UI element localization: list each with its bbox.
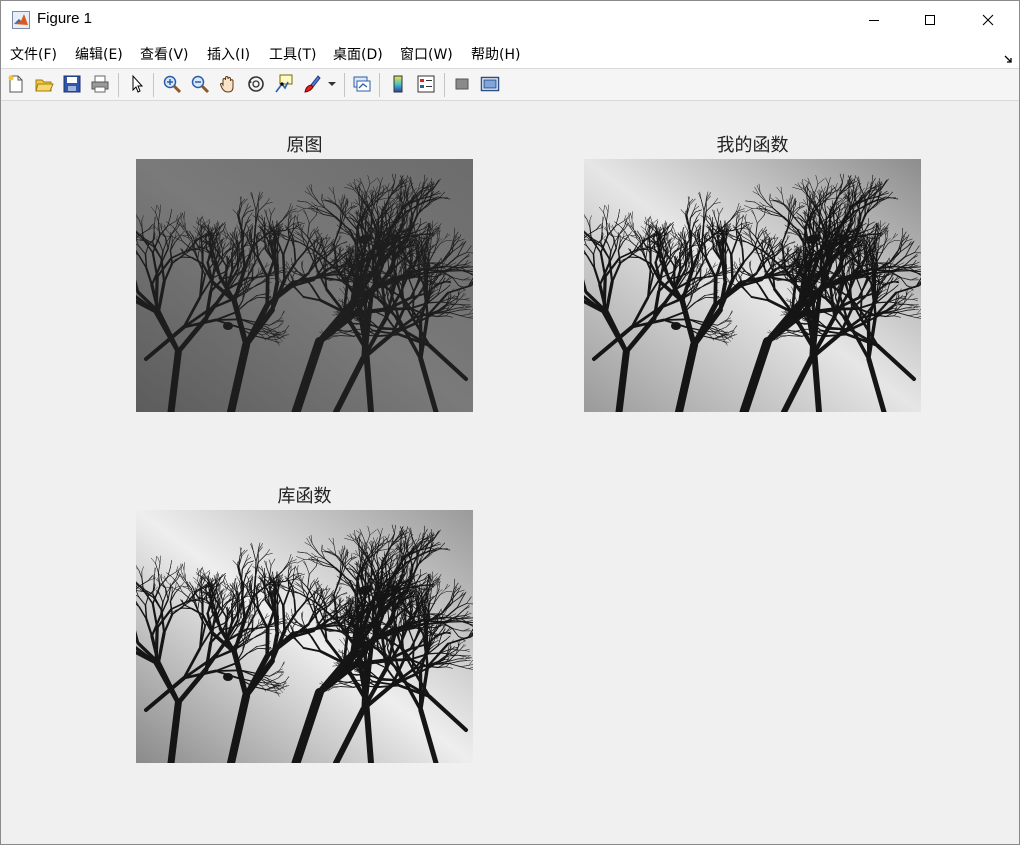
menu-tools[interactable]: 工具(T) xyxy=(269,44,316,64)
pan-hand-icon[interactable] xyxy=(216,72,240,96)
menu-bar: 文件(F) 编辑(E) 查看(V) 插入(I) 工具(T) 桌面(D) 窗口(W… xyxy=(1,39,1019,69)
menu-view[interactable]: 查看(V) xyxy=(140,44,189,64)
subplot-title-my-function: 我的函数 xyxy=(716,135,789,156)
subplot-title-library-function: 库函数 xyxy=(277,486,332,507)
close-button[interactable] xyxy=(965,1,1011,39)
select-pointer-icon[interactable] xyxy=(125,72,149,96)
print-icon[interactable] xyxy=(88,72,112,96)
save-icon[interactable] xyxy=(60,72,84,96)
colorbar-icon[interactable] xyxy=(386,72,410,96)
zoom-in-icon[interactable] xyxy=(160,72,184,96)
brush-icon[interactable] xyxy=(300,72,324,96)
data-cursor-icon[interactable] xyxy=(272,72,296,96)
hide-plot-tools-icon[interactable] xyxy=(450,72,474,96)
menu-window[interactable]: 窗口(W) xyxy=(400,44,453,64)
maximize-button[interactable] xyxy=(907,1,953,39)
library-function-enhanced-image[interactable] xyxy=(136,510,473,763)
rotate-3d-icon[interactable] xyxy=(244,72,268,96)
show-plot-tools-icon[interactable] xyxy=(478,72,502,96)
menu-file[interactable]: 文件(F) xyxy=(10,44,57,64)
menu-insert[interactable]: 插入(I) xyxy=(207,44,250,64)
menu-edit[interactable]: 编辑(E) xyxy=(75,44,123,64)
matlab-logo-icon xyxy=(12,11,30,29)
title-bar[interactable]: Figure 1 xyxy=(1,1,1019,39)
zoom-out-icon[interactable] xyxy=(188,72,212,96)
figure-toolbar xyxy=(1,69,1019,101)
figure-window: Figure 1 文件(F) 编辑(E) 查看(V) 插入(I) 工具(T) 桌… xyxy=(0,0,1020,845)
brush-dropdown-chevron-icon[interactable] xyxy=(324,72,340,96)
my-function-enhanced-image[interactable] xyxy=(584,159,921,412)
minimize-button[interactable] xyxy=(851,1,897,39)
link-plot-icon[interactable] xyxy=(350,72,374,96)
new-figure-icon[interactable] xyxy=(4,72,28,96)
original-grayscale-image[interactable] xyxy=(136,159,473,412)
legend-icon[interactable] xyxy=(414,72,438,96)
undock-arrow-icon[interactable] xyxy=(1004,49,1013,68)
open-file-icon[interactable] xyxy=(32,72,56,96)
subplot-title-original: 原图 xyxy=(286,135,323,156)
menu-desktop[interactable]: 桌面(D) xyxy=(333,44,383,64)
figure-canvas[interactable]: 原图 我的函数 库函数 xyxy=(1,101,1019,844)
menu-help[interactable]: 帮助(H) xyxy=(471,44,520,64)
window-title: Figure 1 xyxy=(37,10,93,27)
